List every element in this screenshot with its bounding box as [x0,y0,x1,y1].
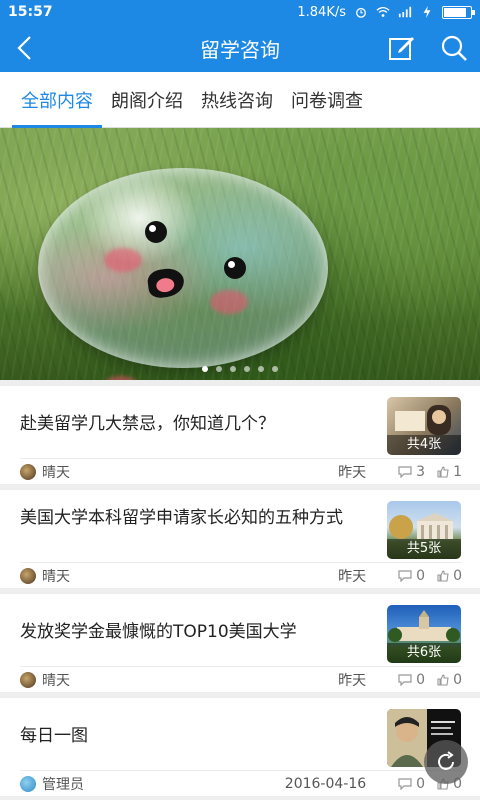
article-meta: 晴天 昨天 0 0 [20,562,462,588]
refresh-icon [438,751,454,770]
comment-count-value: 0 [416,567,426,584]
comment-icon [398,777,412,790]
title-bar: 留学咨询 [0,24,480,72]
comment-icon [398,673,412,686]
carousel-indicators [0,366,480,372]
battery-icon [442,5,475,19]
category-tabs: 全部内容 朗阁介绍 热线咨询 问卷调查 [0,72,480,128]
tab-all[interactable]: 全部内容 [12,72,102,128]
article-thumbnail: 共5张 [387,501,461,559]
article-title: 赴美留学几大禁忌，你知道几个？ [20,414,275,434]
bubble-eye [145,221,167,243]
comment-count-value: 0 [416,671,426,688]
avatar [20,775,36,792]
back-button[interactable] [0,24,48,72]
thumbs-up-icon [437,465,449,478]
search-button[interactable] [428,24,480,72]
comment-count-value: 3 [416,463,426,480]
bubble-cheek [104,248,142,272]
carousel-dot[interactable] [258,366,264,372]
charging-icon [423,6,431,18]
article-card[interactable]: 发放奖学金最慷慨的TOP10美国大学 共6张 晴天 昨天 0 0 [0,594,480,692]
post-date: 昨天 [338,568,367,585]
thumbnail-count: 共6张 [387,643,461,663]
bubble-cheek [210,290,248,314]
refresh-button[interactable] [424,740,468,784]
like-count-value: 0 [453,671,462,688]
comment-count[interactable]: 0 [398,672,425,688]
avatar [20,567,36,584]
thumbs-up-icon [437,673,449,686]
article-title: 每日一图 [20,726,88,746]
edit-icon [389,37,414,60]
comment-count[interactable]: 0 [398,568,425,584]
author-name: 管理员 [42,776,84,793]
status-bar: 15:57 1.84K/s [0,0,480,24]
wifi-icon [376,6,390,17]
avatar [20,463,36,480]
like-count[interactable]: 0 [437,672,462,688]
carousel-dot[interactable] [244,366,250,372]
avatar [20,671,36,688]
post-date: 昨天 [338,672,367,689]
author-name: 晴天 [42,672,70,689]
article-title: 发放奖学金最慷慨的TOP10美国大学 [20,622,297,642]
alarm-icon [356,7,366,18]
comment-count-value: 0 [416,775,426,792]
post-date: 昨天 [338,464,367,481]
article-card[interactable]: 每日一图 管理员 2016-04-16 0 0 [0,698,480,796]
article-meta: 晴天 昨天 3 1 [20,458,462,484]
tab-hotline[interactable]: 热线咨询 [192,72,282,128]
article-card[interactable]: 美国大学本科留学申请家长必知的五种方式 共5张 晴天 昨天 0 0 [0,490,480,588]
banner-carousel[interactable] [0,128,480,380]
article-thumbnail: 共6张 [387,605,461,663]
article-title: 美国大学本科留学申请家长必知的五种方式 [20,508,343,528]
article-card[interactable]: 赴美留学几大禁忌，你知道几个？ 共4张 晴天 昨天 3 1 [0,386,480,484]
article-meta: 晴天 昨天 0 0 [20,666,462,692]
like-count[interactable]: 1 [437,464,462,480]
author-name: 晴天 [42,464,70,481]
bubble-image [38,168,328,368]
tab-introduction[interactable]: 朗阁介绍 [102,72,192,128]
thumbnail-count: 共5张 [387,539,461,559]
search-icon [441,35,467,61]
bubble-eye [224,257,246,279]
carousel-dot[interactable] [272,366,278,372]
carousel-dot[interactable] [202,366,208,372]
like-count-value: 1 [453,463,462,480]
like-count-value: 0 [453,567,462,584]
article-thumbnail: 共4张 [387,397,461,455]
like-count[interactable]: 0 [437,568,462,584]
carousel-dot[interactable] [230,366,236,372]
thumbs-up-icon [437,569,449,582]
post-date: 2016-04-16 [284,775,367,792]
tab-survey[interactable]: 问卷调查 [282,72,372,128]
comment-count[interactable]: 3 [398,464,425,480]
article-list: 赴美留学几大禁忌，你知道几个？ 共4张 晴天 昨天 3 1 美国大学本科留学申请… [0,382,480,796]
status-time: 15:57 [8,4,53,20]
status-indicators: 1.84K/s [297,4,475,20]
carousel-dot[interactable] [216,366,222,372]
author-name: 晴天 [42,568,70,585]
network-speed: 1.84K/s [297,4,346,20]
comment-icon [398,569,412,582]
thumbnail-count: 共4张 [387,435,461,455]
article-meta: 管理员 2016-04-16 0 0 [20,770,462,796]
comment-count[interactable]: 0 [398,776,425,792]
comment-icon [398,465,412,478]
back-arrow-icon [17,36,31,60]
compose-button[interactable] [376,24,428,72]
signal-icon [398,6,412,18]
